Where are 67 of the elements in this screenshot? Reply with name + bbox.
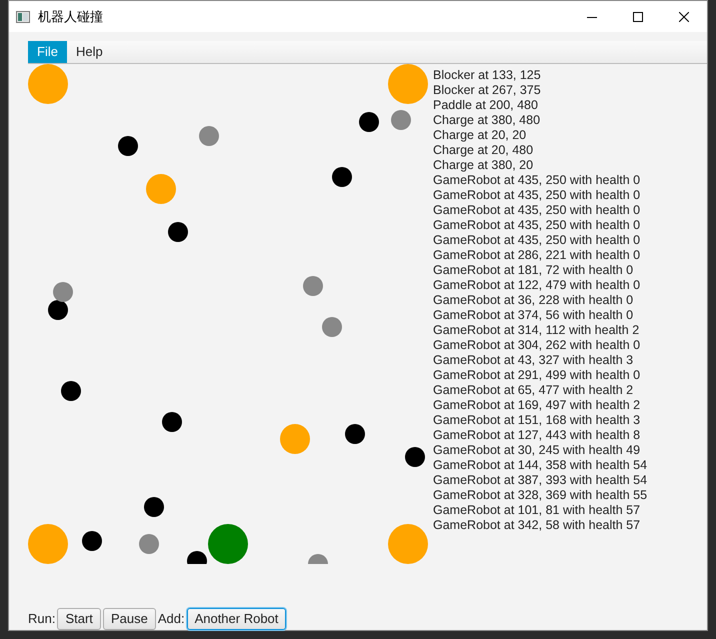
log-line: GameRobot at 435, 250 with health 0 (433, 173, 642, 188)
log-line: GameRobot at 122, 479 with health 0 (433, 278, 642, 293)
robot-marker (303, 276, 323, 296)
log-line: GameRobot at 36, 228 with health 0 (433, 293, 634, 308)
log-line: GameRobot at 286, 221 with health 0 (433, 248, 642, 263)
robot-marker (61, 381, 81, 401)
robot-marker (345, 424, 365, 444)
menu-item[interactable]: Help (66, 41, 112, 63)
log-line: Charge at 380, 20 (433, 158, 534, 173)
robot-marker (162, 412, 182, 432)
robot-marker (139, 534, 159, 554)
log-line: GameRobot at 30, 245 with health 49 (433, 443, 642, 458)
blocker-marker (280, 424, 310, 454)
robot-marker (144, 497, 164, 517)
log-line: GameRobot at 328, 369 with health 55 (433, 488, 648, 503)
log-line: GameRobot at 127, 443 with health 8 (433, 428, 642, 443)
robot-marker (53, 282, 73, 302)
log-line: Charge at 380, 480 (433, 113, 542, 128)
robot-marker (199, 126, 219, 146)
toolbar-button[interactable]: Start (57, 608, 101, 630)
log-line: GameRobot at 374, 56 with health 0 (433, 308, 634, 323)
log-line: GameRobot at 181, 72 with health 0 (433, 263, 634, 278)
robot-marker (359, 112, 379, 132)
maximize-icon[interactable] (633, 12, 643, 22)
app-icon (16, 10, 30, 22)
toolbar-button[interactable]: Another Robot (186, 608, 286, 630)
log-line: GameRobot at 304, 262 with health 0 (433, 338, 642, 353)
robot-marker (187, 551, 207, 564)
log-line: GameRobot at 435, 250 with health 0 (433, 203, 642, 218)
log-line: GameRobot at 435, 250 with health 0 (433, 188, 642, 203)
log-line: Paddle at 200, 480 (433, 98, 539, 113)
robot-marker (308, 554, 328, 564)
charge-marker (388, 524, 428, 564)
robot-marker (118, 136, 138, 156)
log-line: GameRobot at 101, 81 with health 57 (433, 503, 642, 518)
log-line: GameRobot at 169, 497 with health 2 (433, 398, 642, 413)
log-line: GameRobot at 387, 393 with health 54 (433, 473, 648, 488)
log-line: GameRobot at 151, 168 with health 3 (433, 413, 642, 428)
robot-marker (332, 167, 352, 187)
robot-marker (48, 300, 68, 320)
log-line: Blocker at 267, 375 (433, 83, 542, 98)
charge-marker (28, 64, 68, 104)
robot-marker (322, 317, 342, 337)
log-line: Charge at 20, 20 (433, 128, 528, 143)
log-line: GameRobot at 65, 477 with health 2 (433, 383, 634, 398)
log-line: GameRobot at 342, 58 with health 57 (433, 518, 642, 533)
log-line: Charge at 20, 480 (433, 143, 534, 158)
robot-marker (405, 447, 425, 467)
log-line: GameRobot at 43, 327 with health 3 (433, 353, 634, 368)
toolbar-label: Add: (158, 610, 185, 628)
close-icon[interactable] (679, 12, 689, 22)
toolbar-button[interactable]: Pause (102, 608, 156, 630)
log-line: GameRobot at 314, 112 with health 2 (433, 323, 640, 338)
toolbar-label: Run: (28, 610, 56, 628)
robot-marker (168, 222, 188, 242)
paddle-marker (208, 524, 248, 564)
window-title: 机器人碰撞 (38, 8, 103, 26)
log-line: Blocker at 133, 125 (433, 68, 542, 83)
log-line: GameRobot at 144, 358 with health 54 (433, 458, 648, 473)
robot-marker (391, 110, 411, 130)
log-line: GameRobot at 291, 499 with health 0 (433, 368, 642, 383)
log-line: GameRobot at 435, 250 with health 0 (433, 218, 642, 233)
log-line: GameRobot at 435, 250 with health 0 (433, 233, 642, 248)
charge-marker (388, 64, 428, 104)
blocker-marker (146, 174, 176, 204)
charge-marker (28, 524, 68, 564)
robot-marker (82, 531, 102, 551)
